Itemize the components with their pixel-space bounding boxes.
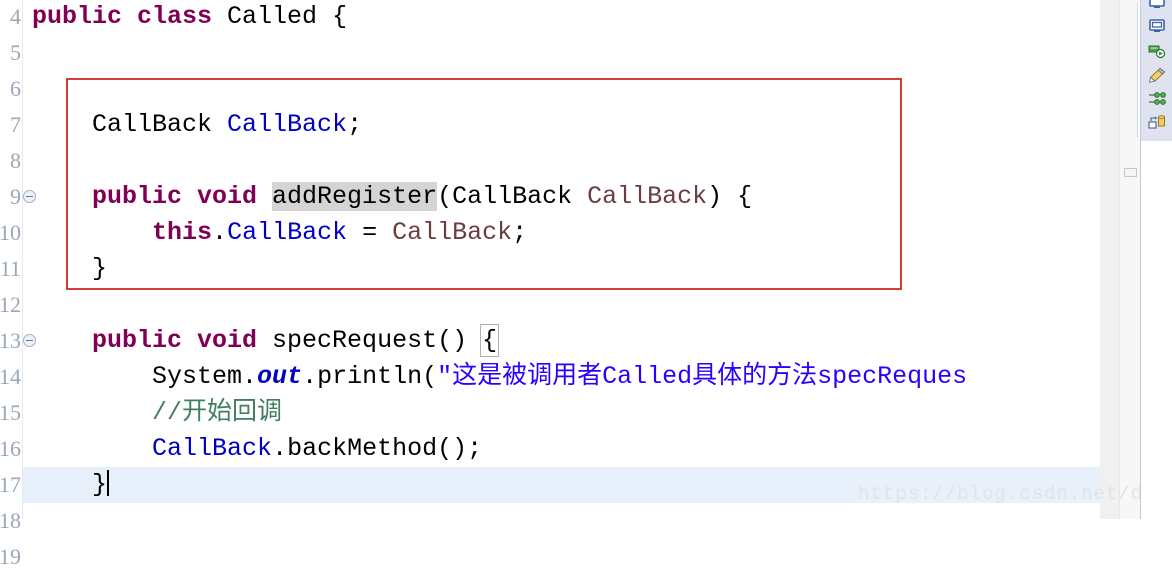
code-token-plain: ) { bbox=[707, 182, 753, 211]
line-number-text: 13 bbox=[0, 328, 21, 353]
line-number: 19 bbox=[0, 539, 22, 575]
line-number: 14 bbox=[0, 359, 22, 395]
console-view-icon[interactable] bbox=[1146, 16, 1168, 38]
code-token-fld: CallBack bbox=[227, 218, 348, 247]
overview-ruler-mark[interactable] bbox=[1124, 168, 1137, 177]
code-line[interactable]: CallBack.backMethod(); bbox=[32, 431, 482, 467]
code-token-fld: CallBack bbox=[227, 110, 348, 139]
line-number: 6 bbox=[0, 71, 22, 107]
code-token-plain: . bbox=[212, 218, 228, 247]
line-number: 12 bbox=[0, 287, 22, 323]
line-number: 4 bbox=[0, 0, 22, 35]
pencil-marker-icon-glyph bbox=[1148, 67, 1166, 83]
csdn-blog-watermark: https://blog.csdn.net/dengjili bbox=[858, 483, 1172, 505]
code-editor-window: 4 5 6 7 8 9 10 11 12 13 14 15 16 17 18 19 public class … bbox=[0, 0, 1172, 569]
line-number-text: 4 bbox=[10, 4, 21, 29]
code-token-plain: = bbox=[347, 218, 393, 247]
code-token-kw: this bbox=[152, 218, 213, 247]
code-text-area[interactable]: public class Called { CallBack CallBack;… bbox=[22, 0, 1100, 519]
line-number: 16 bbox=[0, 431, 22, 467]
line-number: 7 bbox=[0, 107, 22, 143]
fold-toggle-icon[interactable] bbox=[23, 190, 36, 203]
line-number-text: 18 bbox=[0, 508, 21, 533]
code-token-cmt: //开始回调 bbox=[152, 398, 283, 427]
code-token-param: CallBack bbox=[587, 182, 708, 211]
line-number: 17 bbox=[0, 467, 22, 503]
breakpoint-connectors-icon[interactable] bbox=[1146, 88, 1168, 110]
code-line[interactable]: this.CallBack = CallBack; bbox=[32, 215, 527, 251]
toolbar-button-group bbox=[1141, 0, 1172, 157]
code-token-brk: { bbox=[480, 324, 500, 357]
line-number-text: 12 bbox=[0, 292, 21, 317]
code-token-kw: public void bbox=[92, 182, 273, 211]
code-token-plain: CallBack bbox=[32, 110, 228, 139]
line-number: 11 bbox=[0, 251, 22, 287]
code-token-plain: System. bbox=[32, 362, 258, 391]
line-number: 9 bbox=[0, 179, 22, 215]
line-number: 5 bbox=[0, 35, 22, 71]
display-monitor-icon[interactable] bbox=[1146, 0, 1168, 14]
code-token-plain: (CallBack bbox=[437, 182, 588, 211]
line-number-text: 10 bbox=[0, 220, 21, 245]
line-number-text: 19 bbox=[0, 544, 21, 569]
line-number-text: 16 bbox=[0, 436, 21, 461]
fold-toggle-icon[interactable] bbox=[23, 334, 36, 347]
toolbar-empty-area bbox=[1141, 141, 1172, 519]
line-number: 10 bbox=[0, 215, 22, 251]
code-token-occ: addRegister bbox=[272, 182, 438, 211]
ruler-gap bbox=[1100, 0, 1119, 519]
code-token-param: CallBack bbox=[392, 218, 513, 247]
code-line[interactable]: //开始回调 bbox=[32, 395, 282, 431]
yellow-cylinder-arrow-icon[interactable] bbox=[1146, 112, 1168, 134]
code-token-plain: .backMethod(); bbox=[272, 434, 483, 463]
pencil-marker-icon[interactable] bbox=[1146, 64, 1168, 86]
line-number-text: 17 bbox=[0, 472, 21, 497]
code-token-plain: ; bbox=[347, 110, 363, 139]
green-run-block-icon[interactable] bbox=[1146, 40, 1168, 62]
code-token-statfld: out bbox=[257, 362, 303, 391]
text-caret bbox=[107, 470, 110, 496]
line-number: 8 bbox=[0, 143, 22, 179]
code-line[interactable]: public void addRegister(CallBack CallBac… bbox=[32, 179, 752, 215]
code-line[interactable]: public class Called { bbox=[32, 0, 347, 35]
line-number-text: 15 bbox=[0, 400, 21, 425]
line-number-text: 8 bbox=[10, 148, 21, 173]
code-token-plain: Called { bbox=[227, 2, 348, 31]
line-number-text: 6 bbox=[10, 76, 21, 101]
code-token-plain: ; bbox=[512, 218, 528, 247]
breakpoint-connectors-icon-glyph bbox=[1149, 92, 1166, 105]
code-token-fld: CallBack bbox=[152, 434, 273, 463]
line-number-text: 7 bbox=[10, 112, 21, 137]
code-token-plain: specRequest() bbox=[272, 326, 483, 355]
code-token-kw: public void bbox=[92, 326, 273, 355]
line-number: 18 bbox=[0, 503, 22, 539]
line-number-text: 9 bbox=[10, 184, 21, 209]
yellow-cylinder-arrow-icon-glyph bbox=[1148, 115, 1165, 129]
code-token-kw: public class bbox=[32, 2, 228, 31]
code-line[interactable]: CallBack CallBack; bbox=[32, 107, 362, 143]
line-number-text: 14 bbox=[0, 364, 21, 389]
line-number-ruler[interactable]: 4 5 6 7 8 9 10 11 12 13 14 15 16 17 18 19 bbox=[0, 0, 23, 569]
code-token-plain: .println( bbox=[302, 362, 438, 391]
code-line[interactable]: System.out.println("这是被调用者Called具体的方法spe… bbox=[32, 359, 967, 395]
line-number: 13 bbox=[0, 323, 22, 359]
code-token-str: "这是被调用者Called具体的方法specReques bbox=[437, 362, 968, 391]
code-line[interactable]: public void specRequest() { bbox=[32, 323, 500, 359]
line-number-text: 11 bbox=[0, 256, 21, 281]
editor-side-toolbar bbox=[1140, 0, 1172, 519]
display-monitor-icon-glyph bbox=[1149, 0, 1165, 8]
code-token-plain: } bbox=[32, 254, 108, 283]
line-number-text: 5 bbox=[10, 40, 21, 65]
code-line[interactable]: } bbox=[32, 251, 107, 287]
green-run-block-icon-glyph bbox=[1148, 45, 1166, 59]
line-number: 15 bbox=[0, 395, 22, 431]
code-line[interactable]: } bbox=[32, 467, 110, 503]
code-token-plain: } bbox=[32, 470, 108, 499]
console-view-icon-glyph bbox=[1149, 19, 1165, 32]
